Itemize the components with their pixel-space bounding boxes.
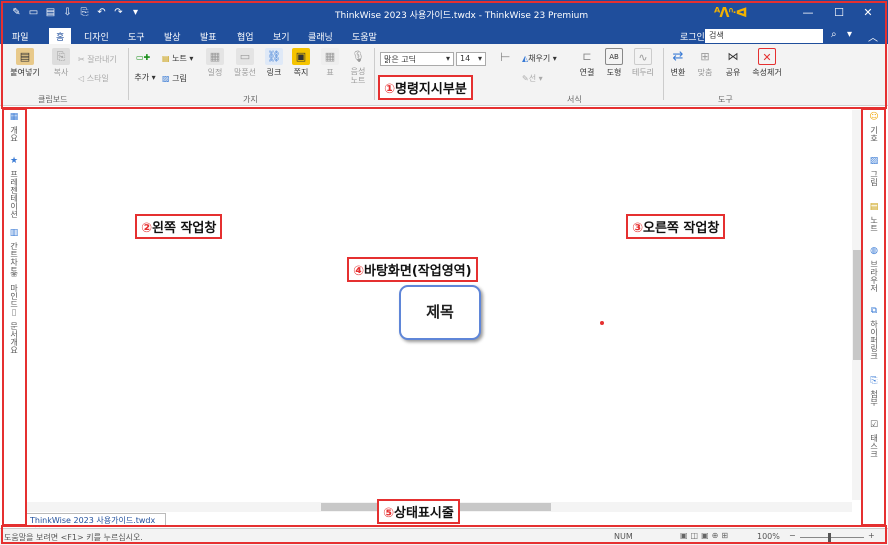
annotation-text: 명령지시부분 (395, 82, 467, 97)
vertical-scroll-thumb[interactable] (853, 250, 861, 360)
annotation-text: 상태표시줄 (394, 506, 454, 521)
annotation-number: ④ (353, 264, 365, 279)
annotation-text: 오른쪽 작업창 (643, 221, 720, 236)
annotation-text: 왼쪽 작업창 (152, 221, 217, 236)
annotation-number: ⑤ (383, 506, 395, 521)
annotation-right-pane: ③오른쪽 작업창 (626, 214, 726, 239)
annotation-desktop: ④바탕화면(작업영역) (347, 257, 478, 282)
document-tab-label: ThinkWise 2023 사용가이드.twdx (30, 516, 156, 525)
annotation-command: ①명령지시부분 (378, 75, 473, 100)
annotation-left-pane: ②왼쪽 작업창 (135, 214, 223, 239)
annotation-status: ⑤상태표시줄 (377, 499, 460, 524)
central-topic[interactable]: 제목 (399, 285, 481, 340)
annotation-text: 바탕화면(작업영역) (364, 264, 472, 279)
status-bar-frame (1, 525, 887, 544)
right-pane-frame (861, 108, 886, 526)
cursor-dot (600, 321, 604, 325)
annotation-number: ③ (632, 221, 644, 236)
left-pane-frame (2, 108, 27, 526)
annotation-number: ① (384, 82, 396, 97)
annotation-number: ② (141, 221, 153, 236)
